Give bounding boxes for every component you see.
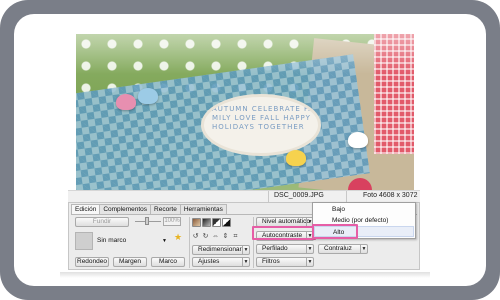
chevron-down-icon: ▼ [162, 238, 167, 244]
resize-dropdown[interactable]: Redimensionar ▼ [192, 245, 250, 255]
frame-select[interactable]: Sin marco ▼ [95, 235, 169, 247]
flip-horizontal-icon[interactable]: ⇔ [211, 232, 220, 241]
merge-percent-field[interactable]: 100% [163, 217, 181, 226]
photo-blur [76, 34, 414, 74]
menu-item-bajo[interactable]: Bajo [314, 204, 414, 215]
star-icon[interactable]: ★ [174, 232, 184, 242]
rotate-left-icon[interactable]: ↺ [191, 232, 200, 241]
frame-button[interactable]: Marco [151, 257, 185, 267]
tab-herramientas[interactable]: Herramientas [179, 204, 227, 214]
black-white-icon[interactable] [212, 218, 221, 227]
frame-color-swatch[interactable] [75, 232, 93, 250]
sepia-icon[interactable] [192, 218, 201, 227]
butterfly-icon [138, 88, 158, 104]
grayscale-icon[interactable] [202, 218, 211, 227]
backlight-dropdown[interactable]: Contraluz ▼ [318, 244, 368, 254]
photo-preview: AUTUMN CELEBRATE FAMILY LOVE FALL HAPPY … [76, 34, 414, 192]
status-bar: DSC_0009.JPG Foto 4608 x 3072 [68, 190, 420, 203]
chevron-down-icon: ▼ [242, 258, 249, 266]
rotate-right-icon[interactable]: ↻ [201, 232, 210, 241]
photo-circle-sticker: AUTUMN CELEBRATE FAMILY LOVE FALL HAPPY … [201, 94, 321, 156]
chevron-down-icon: ▼ [306, 245, 313, 253]
autocontrast-highlight [252, 226, 316, 240]
butterfly-icon [348, 132, 368, 148]
merge-button[interactable]: Fundir [75, 217, 129, 227]
flip-vertical-icon[interactable]: ⇕ [221, 232, 230, 241]
margin-button[interactable]: Margen [113, 257, 147, 267]
status-dimensions: Foto 4608 x 3072 [363, 192, 418, 199]
status-filename: DSC_0009.JPG [274, 192, 324, 199]
adjustments-dropdown[interactable]: Ajustes ▼ [192, 257, 250, 267]
tab-edicion[interactable]: Edición [71, 204, 101, 214]
group-separator [189, 217, 190, 268]
sharpen-label: Perfilado [262, 245, 288, 252]
merge-slider-handle[interactable] [145, 217, 149, 225]
resize-label: Redimensionar [198, 246, 242, 253]
filters-dropdown[interactable]: Filtros ▼ [256, 257, 314, 267]
adjustments-label: Ajustes [198, 258, 220, 265]
chevron-down-icon: ▼ [360, 245, 367, 253]
butterfly-icon [116, 94, 136, 110]
frame-select-value: Sin marco [97, 237, 127, 244]
sharpen-dropdown[interactable]: Perfilado ▼ [256, 244, 314, 254]
chevron-down-icon: ▼ [306, 258, 313, 266]
tab-recorte[interactable]: Recorte [150, 204, 181, 214]
butterfly-icon [286, 150, 306, 166]
backlight-label: Contraluz [324, 245, 352, 252]
tab-bar: Edición Complementos Recorte Herramienta… [71, 204, 227, 214]
auto-level-label: Nivel automático [262, 218, 311, 225]
group-separator [253, 217, 254, 268]
negative-icon[interactable] [222, 218, 231, 227]
crop-icon[interactable]: ⌗ [231, 232, 240, 241]
tab-complementos[interactable]: Complementos [99, 204, 152, 214]
rounded-button[interactable]: Redondeo [75, 257, 109, 267]
alto-highlight [312, 224, 358, 239]
filters-label: Filtros [262, 258, 280, 265]
chevron-down-icon: ▼ [242, 246, 249, 254]
sticker-words: AUTUMN CELEBRATE FAMILY LOVE FALL HAPPY … [212, 105, 315, 131]
panel-shadow [60, 272, 430, 278]
